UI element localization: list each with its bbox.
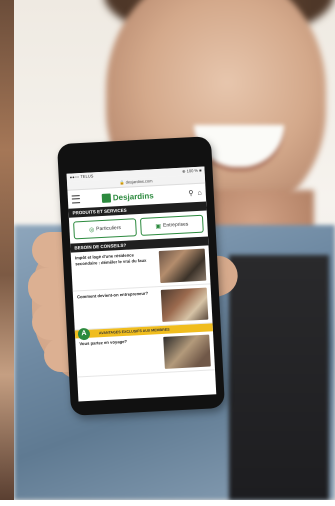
article-title: Vous partez en voyage?: [79, 338, 128, 347]
article-title: Impôt et logé d'une résidence secondaire…: [74, 252, 147, 267]
article-image: [160, 287, 209, 322]
adjacent-photo-strip: [0, 0, 14, 500]
black-tshirt: [229, 255, 329, 500]
banner-text: AVANTAGES EXCLUSIFS AUX MEMBRES: [98, 327, 170, 336]
article-image: [158, 248, 207, 283]
entreprises-button[interactable]: ▣ Entreprises: [139, 214, 204, 236]
battery-text: ⊕ 100 % ■: [182, 167, 202, 174]
hamburger-menu-icon[interactable]: [71, 195, 81, 204]
article-image: [163, 334, 211, 369]
desjardins-logo[interactable]: Desjardins: [101, 190, 154, 203]
smartphone: ●●○○ TELUS ⊕ 100 % ■ 🔒 desjardins.com De…: [56, 136, 226, 416]
desjardins-logo-icon: [101, 192, 112, 203]
lock-icon[interactable]: ⌂: [197, 189, 202, 196]
carrier-text: ●●○○ TELUS: [69, 173, 94, 180]
phone-screen: ●●○○ TELUS ⊕ 100 % ■ 🔒 desjardins.com De…: [66, 166, 217, 402]
particuliers-button[interactable]: ◎ Particuliers: [73, 218, 137, 240]
search-icon[interactable]: ⚲: [188, 189, 193, 197]
brand-name: Desjardins: [112, 190, 154, 202]
briefcase-icon: ▣: [155, 223, 162, 230]
article-item[interactable]: Vous partez en voyage?: [75, 331, 216, 378]
particuliers-label: Particuliers: [96, 224, 122, 233]
person-icon: ◎: [88, 226, 95, 234]
entreprises-label: Entreprises: [162, 221, 189, 229]
article-title: Comment devient-on entrepreneur?: [76, 290, 149, 300]
